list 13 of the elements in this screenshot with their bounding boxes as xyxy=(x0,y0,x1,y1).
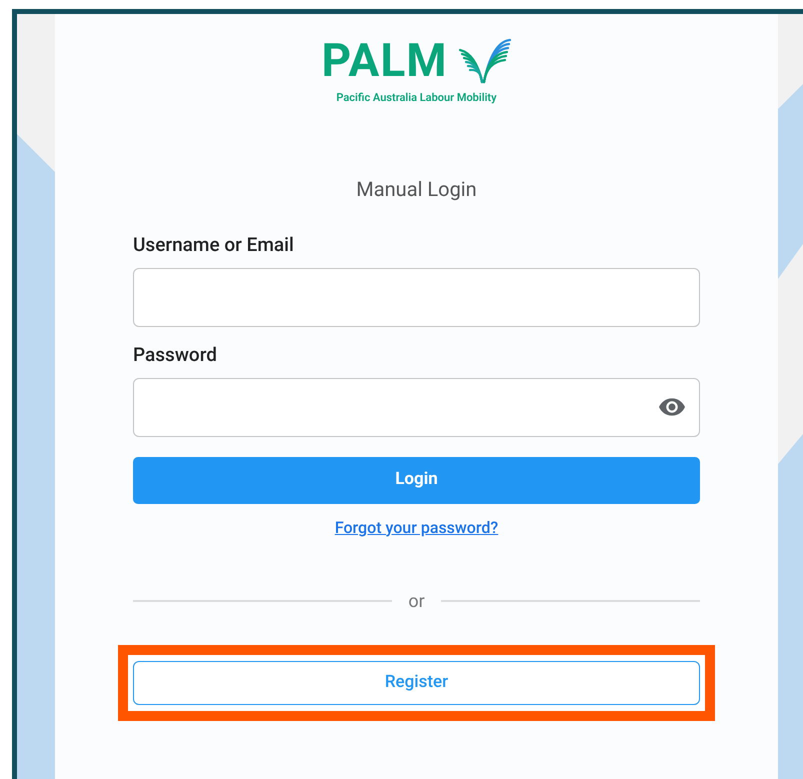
logo-tagline: Pacific Australia Labour Mobility xyxy=(336,90,497,106)
register-button[interactable]: Register xyxy=(133,660,700,704)
divider-text: or xyxy=(408,590,425,614)
login-button[interactable]: Login xyxy=(133,456,700,504)
show-password-icon[interactable] xyxy=(659,398,685,416)
logo-wordmark: PALM xyxy=(321,38,448,84)
field-label: Password xyxy=(133,344,218,364)
password-field[interactable] xyxy=(133,378,700,436)
form-title: Manual Login xyxy=(356,178,477,198)
username-field[interactable] xyxy=(133,268,700,326)
palm-leaf-icon xyxy=(458,38,512,84)
field-label: Username or Email xyxy=(133,234,295,254)
forgot-password-link[interactable]: Forgot your password? xyxy=(334,516,498,540)
